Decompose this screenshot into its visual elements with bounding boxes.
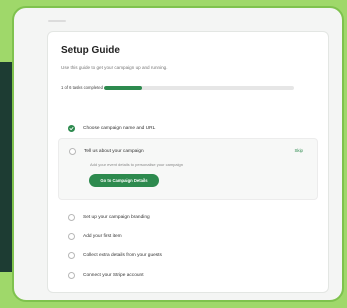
task-item-campaign-details: Tell us about your campaign Skip Add you… — [58, 138, 318, 200]
task-label: Connect your Stripe account — [83, 273, 144, 278]
task-label: Collect extra details from your guests — [83, 253, 162, 258]
task-header[interactable]: Tell us about your campaign — [69, 148, 144, 155]
app-window: Setup Guide Use this guide to get your c… — [12, 6, 344, 302]
empty-circle-icon — [68, 214, 75, 221]
progress-label: 1 of 6 tasks completed — [61, 85, 103, 90]
task-label: Set up your campaign branding — [83, 215, 150, 220]
setup-guide-card: Setup Guide Use this guide to get your c… — [47, 31, 329, 293]
task-item-choose-name[interactable]: Choose campaign name and URL — [68, 125, 155, 132]
skip-link[interactable]: Skip — [294, 148, 303, 153]
page-title: Setup Guide — [61, 45, 120, 56]
topbar-placeholder — [48, 20, 66, 22]
task-item-stripe[interactable]: Connect your Stripe account — [68, 272, 144, 279]
task-label: Choose campaign name and URL — [83, 126, 156, 131]
page-subtitle: Use this guide to get your campaign up a… — [61, 65, 168, 70]
progress-bar-fill — [104, 86, 142, 90]
go-to-campaign-details-button[interactable]: Go to Campaign Details — [89, 174, 159, 187]
task-description: Add your event details to personalise yo… — [90, 162, 183, 167]
empty-circle-icon — [68, 272, 75, 279]
check-circle-icon — [68, 125, 75, 132]
empty-circle-icon — [69, 148, 76, 155]
task-item-first-item[interactable]: Add your first item — [68, 233, 122, 240]
task-item-guest-details[interactable]: Collect extra details from your guests — [68, 252, 162, 259]
empty-circle-icon — [68, 233, 75, 240]
task-label: Tell us about your campaign — [84, 149, 144, 154]
task-item-branding[interactable]: Set up your campaign branding — [68, 214, 150, 221]
task-label: Add your first item — [83, 234, 122, 239]
progress-bar — [104, 86, 294, 90]
empty-circle-icon — [68, 252, 75, 259]
